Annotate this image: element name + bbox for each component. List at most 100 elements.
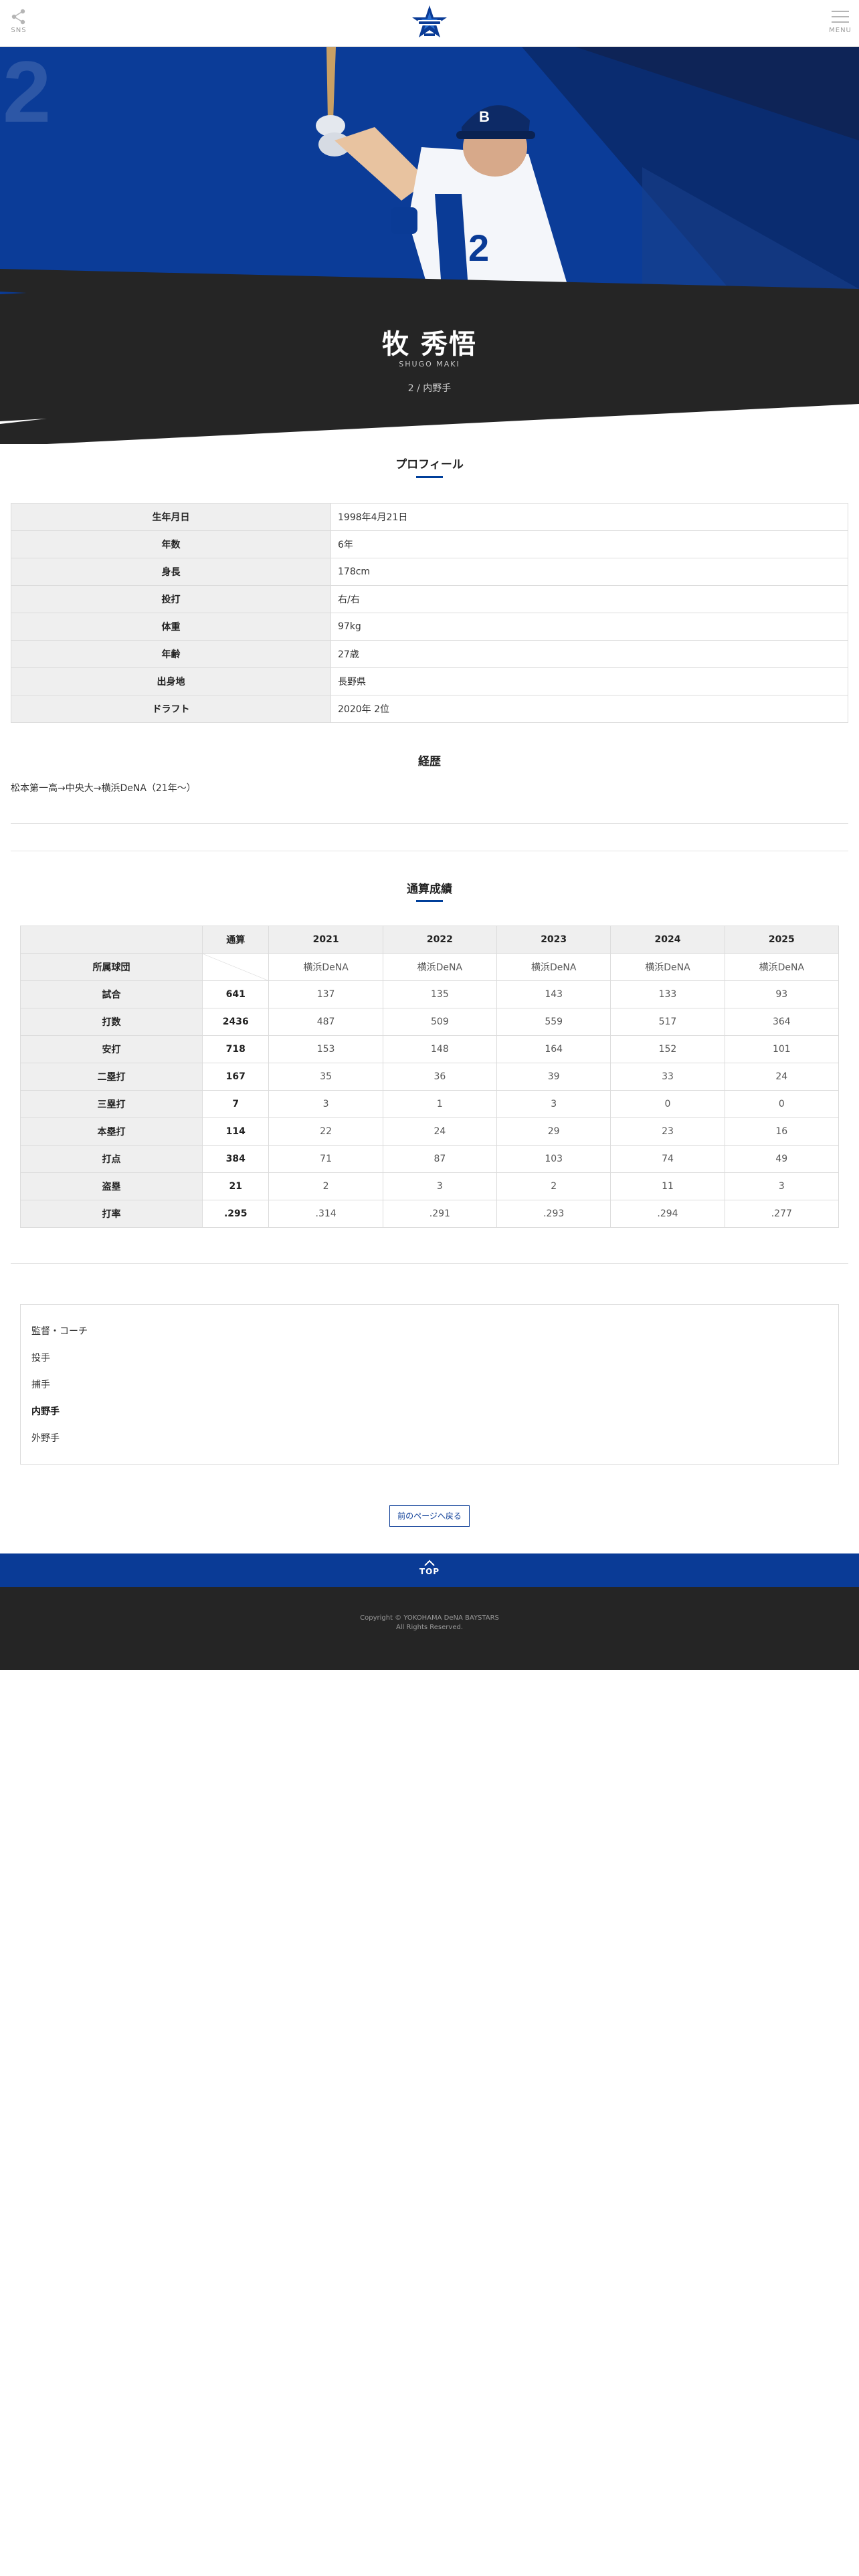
stats-total-cell: 167 [201,1063,270,1091]
stats-row: 打点 384 71 87 103 74 49 [20,1145,840,1173]
profile-row: 体重 97kg [11,613,848,641]
player-name-band: 牧 秀悟 SHUGO MAKI 2 / 内野手 [0,241,859,455]
stats-row-label: 打数 [20,1008,203,1036]
stats-cell: 16 [724,1117,840,1146]
category-link[interactable]: 捕手 [31,1376,828,1402]
profile-label: 体重 [11,613,331,641]
profile-row: 年齢 27歳 [11,640,848,668]
stats-cell: 36 [382,1063,498,1091]
stats-row-label: 打率 [20,1200,203,1228]
stats-cell: 148 [382,1035,498,1063]
stats-row-label: 安打 [20,1035,203,1063]
copyright-text: Copyright © YOKOHAMA DeNA BAYSTARS [360,1614,499,1622]
stats-cell: .294 [610,1200,725,1228]
stats-cell: 29 [496,1117,611,1146]
team-star-logo-icon[interactable] [409,4,450,43]
stats-cell: 2 [268,1172,383,1200]
category-link[interactable]: 投手 [31,1349,828,1376]
stats-cell: 横浜DeNA [496,953,611,981]
stats-cell: 3 [382,1172,498,1200]
profile-value: 27歳 [330,640,848,668]
share-label: SNS [11,27,27,34]
stats-cell: 横浜DeNA [724,953,840,981]
stats-cell: .277 [724,1200,840,1228]
profile-value: 97kg [330,613,848,641]
stats-cell: 559 [496,1008,611,1036]
stats-cell: 22 [268,1117,383,1146]
stats-total-cell [201,953,270,981]
menu-button[interactable]: MENU [822,5,859,41]
stats-column-header: 2025 [724,926,840,954]
stats-row: 試合 641 137 135 143 133 93 [20,980,840,1008]
player-category-nav: 監督・コーチ 投手 捕手 内野手 外野手 [20,1304,839,1465]
stats-cell: 143 [496,980,611,1008]
stats-total-cell: 7 [201,1090,270,1118]
stats-row: 二塁打 167 35 36 39 33 24 [20,1063,840,1091]
stats-cell: 3 [724,1172,840,1200]
profile-value: 長野県 [330,667,848,695]
stats-row-label: 本塁打 [20,1117,203,1146]
stats-cell: 487 [268,1008,383,1036]
share-button[interactable]: SNS [0,5,37,41]
profile-row: 投打 右/右 [11,585,848,613]
stats-cell: 87 [382,1145,498,1173]
profile-value: 178cm [330,558,848,586]
stats-cell: 509 [382,1008,498,1036]
stats-cell: .314 [268,1200,383,1228]
stats-cell: 74 [610,1145,725,1173]
stats-total-cell: .295 [201,1200,270,1228]
back-to-top-button[interactable]: TOP [0,1553,859,1587]
stats-cell: 364 [724,1008,840,1036]
stats-cell: 153 [268,1035,383,1063]
category-link[interactable]: 外野手 [31,1429,828,1456]
stats-row: 盗塁 21 2 3 2 11 3 [20,1172,840,1200]
svg-text:B: B [479,108,490,125]
stats-row: 本塁打 114 22 24 29 23 16 [20,1117,840,1146]
stats-total-cell: 21 [201,1172,270,1200]
player-name: 牧 秀悟 [382,329,477,360]
stats-cell: 137 [268,980,383,1008]
profile-table: 生年月日 1998年4月21日 年数 6年 身長 178cm 投打 右/右 体重 97kg 年齢 27… [11,503,848,723]
menu-label: MENU [829,27,852,34]
hamburger-menu-icon [832,11,849,23]
profile-value: 6年 [330,530,848,558]
stats-cell: 24 [382,1117,498,1146]
rights-text: All Rights Reserved. [395,1624,464,1631]
back-to-previous-page-button[interactable]: 前のページへ戻る [389,1505,470,1527]
stats-total-cell: 718 [201,1035,270,1063]
profile-value: 右/右 [330,585,848,613]
stats-cell: 103 [496,1145,611,1173]
stats-cell: 1 [382,1090,498,1118]
profile-label: 年数 [11,530,331,558]
stats-cell: .293 [496,1200,611,1228]
category-link[interactable]: 内野手 [31,1402,828,1429]
stats-cell: 135 [382,980,498,1008]
stats-row-label: 所属球団 [20,953,203,981]
player-position: 2 / 内野手 [407,383,452,394]
divider [11,1263,848,1264]
share-icon [11,9,25,25]
stats-cell: 93 [724,980,840,1008]
stats-row: 三塁打 7 3 1 3 0 0 [20,1090,840,1118]
stats-cell: 横浜DeNA [382,953,498,981]
stats-cell: .291 [382,1200,498,1228]
stats-cell: 164 [496,1035,611,1063]
stats-row: 安打 718 153 148 164 152 101 [20,1035,840,1063]
career-history-text: 松本第一高→中央大→横浜DeNA（21年〜） [11,783,196,794]
stats-cell: 517 [610,1008,725,1036]
stats-cell: 3 [268,1090,383,1118]
stats-total-cell: 114 [201,1117,270,1146]
career-section-title: 経歴 [418,755,441,768]
stats-row-label: 打点 [20,1145,203,1173]
site-footer: Copyright © YOKOHAMA DeNA BAYSTARS All R… [0,1587,859,1670]
profile-label: 生年月日 [11,503,331,531]
stats-cell: 35 [268,1063,383,1091]
stats-cell: 横浜DeNA [268,953,383,981]
career-stats-table: 通算 2021 2022 2023 2024 2025 所属球団 横浜DeNA 横浜DeNA 横… [20,926,840,1228]
stats-cell: 2 [496,1172,611,1200]
stats-row-label: 試合 [20,980,203,1008]
stats-cell: 49 [724,1145,840,1173]
category-link[interactable]: 監督・コーチ [31,1322,828,1349]
stats-cell: 152 [610,1035,725,1063]
stats-column-header: 2024 [610,926,725,954]
